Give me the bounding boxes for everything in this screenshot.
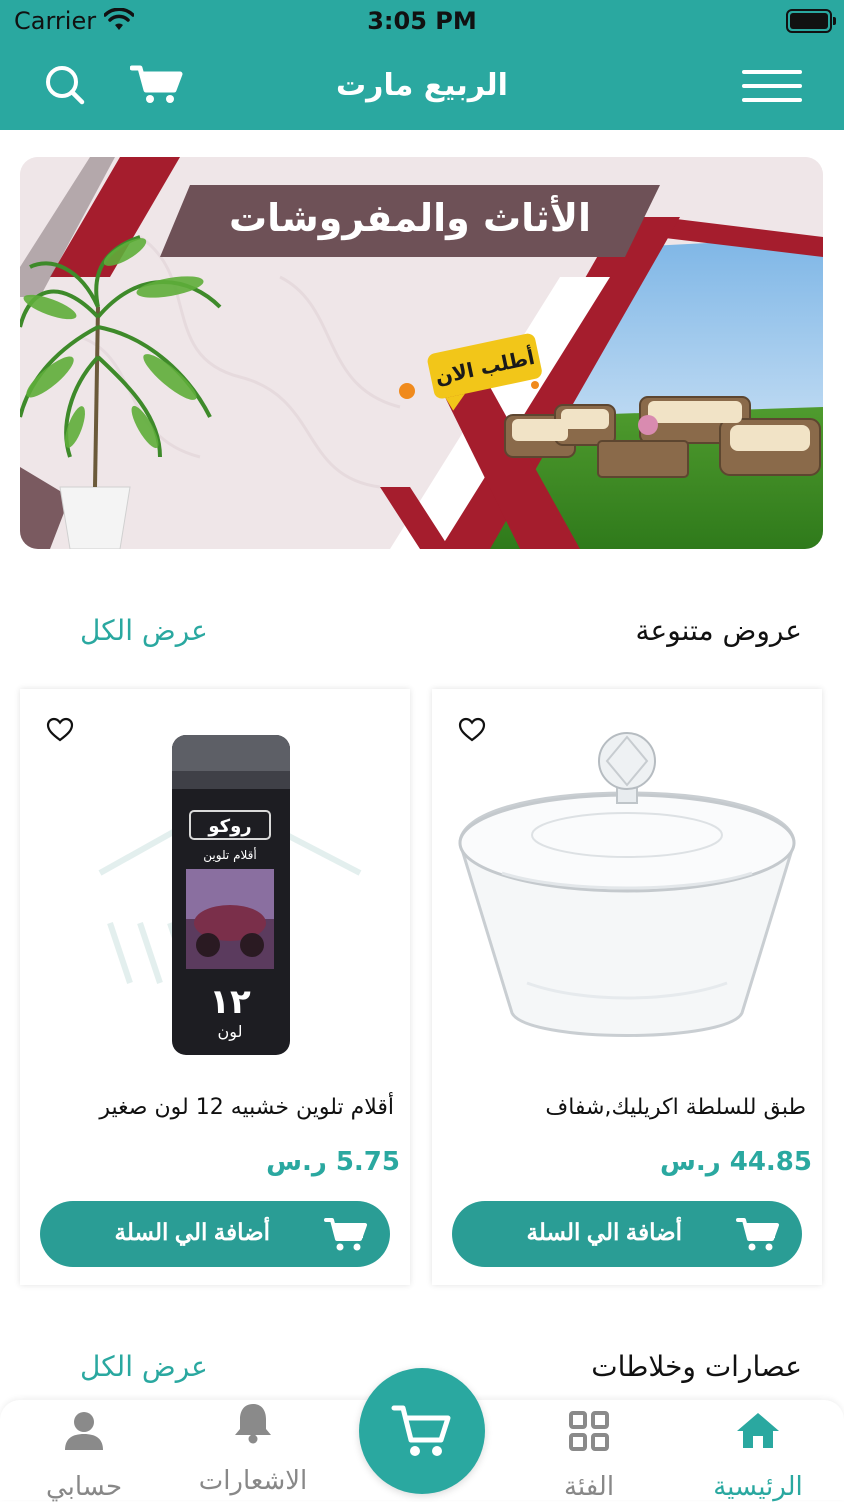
section-title: عصارات وخلاطات bbox=[591, 1350, 802, 1383]
tube-subtitle: أقلام تلوين bbox=[203, 847, 256, 863]
section-title: عروض متنوعة bbox=[635, 614, 802, 647]
status-bar: Carrier 3:05 PM bbox=[0, 0, 844, 42]
center-cart-button[interactable] bbox=[359, 1368, 485, 1494]
see-all-link[interactable]: عرض الكل bbox=[80, 1350, 208, 1383]
product-card[interactable]: طبق للسلطة اكريليك,شفاف 44.85 ر.س أضافة … bbox=[432, 689, 822, 1285]
grid-icon bbox=[568, 1410, 610, 1456]
bell-icon bbox=[233, 1400, 273, 1448]
banner-headline: الأثاث والمفروشات bbox=[229, 194, 591, 241]
app-header: الربيع مارت bbox=[0, 42, 844, 130]
page-title: الربيع مارت bbox=[336, 68, 508, 103]
section-header-offers: عروض متنوعة عرض الكل bbox=[0, 608, 844, 658]
product-price: 44.85 ر.س bbox=[659, 1147, 812, 1177]
tube-count: ١٢ bbox=[209, 982, 251, 1022]
tab-home[interactable]: الرئيسية bbox=[688, 1400, 828, 1502]
tab-account[interactable]: حسابي bbox=[14, 1400, 154, 1502]
product-image bbox=[442, 723, 812, 1073]
cart-icon bbox=[736, 1217, 780, 1256]
add-to-cart-button[interactable]: أضافة الي السلة bbox=[40, 1201, 390, 1267]
tube-brand: روكو bbox=[207, 816, 251, 837]
product-price: 5.75 ر.س bbox=[266, 1147, 400, 1177]
tab-category[interactable]: الفئة bbox=[519, 1400, 659, 1502]
favorite-heart-icon[interactable] bbox=[46, 717, 74, 747]
cart-icon bbox=[324, 1217, 368, 1256]
clock: 3:05 PM bbox=[367, 7, 477, 35]
see-all-link[interactable]: عرض الكل bbox=[80, 614, 208, 647]
battery-icon bbox=[786, 9, 836, 33]
tab-label: الفئة bbox=[563, 1472, 615, 1502]
favorite-heart-icon[interactable] bbox=[458, 717, 486, 747]
product-name: طبق للسلطة اكريليك,شفاف bbox=[545, 1095, 806, 1120]
add-to-cart-label: أضافة الي السلة bbox=[114, 1219, 270, 1245]
product-image: روكو أقلام تلوين ١٢ لون bbox=[30, 723, 400, 1073]
user-icon bbox=[63, 1410, 105, 1456]
tab-label: حسابي bbox=[45, 1472, 123, 1502]
home-icon bbox=[735, 1410, 781, 1454]
tab-notifications[interactable]: الاشعارات bbox=[183, 1400, 323, 1500]
add-to-cart-button[interactable]: أضافة الي السلة bbox=[452, 1201, 802, 1267]
add-to-cart-label: أضافة الي السلة bbox=[526, 1219, 682, 1245]
menu-icon[interactable] bbox=[742, 70, 802, 102]
product-card[interactable]: روكو أقلام تلوين ١٢ لون أقلام تلوين خشبي… bbox=[20, 689, 410, 1285]
tab-label: الاشعارات bbox=[198, 1466, 308, 1496]
product-name: أقلام تلوين خشبيه 12 لون صغير bbox=[99, 1095, 394, 1120]
cart-icon bbox=[391, 1400, 453, 1466]
promo-banner[interactable]: الأثاث والمفروشات أطلب الان bbox=[20, 157, 823, 549]
tube-unit: لون bbox=[218, 1022, 243, 1042]
tab-label: الرئيسية bbox=[713, 1472, 803, 1502]
